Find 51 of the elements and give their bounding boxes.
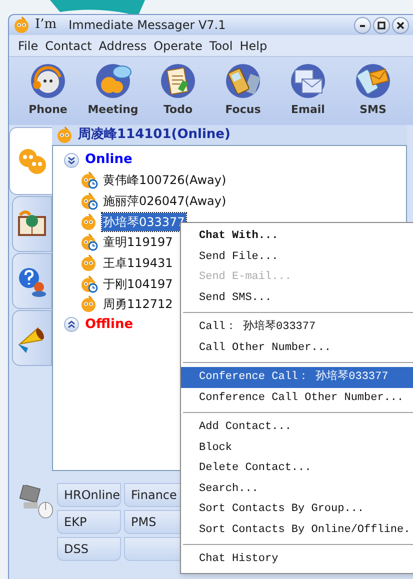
chat-bubble-icon: [93, 61, 133, 101]
menu-bar-item[interactable]: Contact: [45, 36, 92, 54]
app-logo-icon: [13, 16, 31, 34]
contact-name[interactable]: 孙培琴033377: [102, 212, 186, 231]
menu-bar-item[interactable]: Tool: [209, 36, 233, 54]
group-toggle[interactable]: [64, 152, 79, 168]
app-button[interactable]: DSS: [57, 537, 121, 561]
headset-icon: [28, 61, 68, 101]
window-title: Immediate Messager V7.1: [68, 17, 226, 34]
toolbar-button[interactable]: Email: [279, 61, 337, 119]
group-toggle[interactable]: [64, 317, 79, 332]
app-logo: I’m: [35, 16, 57, 34]
side-tab[interactable]: [12, 196, 52, 252]
user-name: 周凌峰114101(Online): [78, 126, 230, 144]
computer-icon: [19, 485, 55, 521]
side-tab[interactable]: [12, 253, 52, 309]
side-tab[interactable]: [12, 310, 52, 366]
contact-name[interactable]: 周勇112712: [102, 295, 174, 314]
maximize-icon: [377, 20, 386, 30]
group-label[interactable]: Offline: [85, 315, 134, 335]
address-book-icon: [16, 209, 48, 239]
close-button[interactable]: [392, 16, 409, 34]
toolbar-button[interactable]: Phone: [19, 61, 77, 119]
toolbar-button[interactable]: Focus: [214, 61, 272, 119]
double-chevron-down-icon: [67, 156, 76, 164]
contact-name[interactable]: 于刚104197: [102, 274, 174, 293]
clipboard-icon: [158, 61, 198, 101]
contact-name[interactable]: 黄伟峰100726(Away): [102, 171, 228, 190]
mobile-phone-icon: [223, 61, 263, 101]
help-person-icon: [16, 265, 48, 297]
mobile-envelope-icon: [353, 61, 393, 101]
menu-bar-item[interactable]: Operate: [154, 36, 202, 54]
menu-bar-item[interactable]: Help: [240, 36, 268, 54]
app-button[interactable]: EKP: [57, 510, 121, 534]
group-label[interactable]: Online: [85, 150, 132, 170]
contact-name[interactable]: 童明119197: [102, 233, 174, 252]
menu-bar-item[interactable]: File: [18, 36, 38, 54]
user-status-icon: [56, 126, 74, 144]
app-button[interactable]: HROnline: [57, 483, 121, 507]
contact-name[interactable]: 王卓119431: [102, 254, 174, 272]
close-icon: [396, 20, 405, 30]
double-chevron-up-icon: [67, 320, 76, 330]
menu-bar-item[interactable]: Address: [98, 36, 147, 54]
contact-name[interactable]: 施丽萍026047(Away): [102, 192, 228, 210]
minimize-button[interactable]: [354, 16, 371, 34]
toolbar-button[interactable]: SMS: [344, 61, 402, 119]
toolbar-button[interactable]: Todo: [149, 61, 207, 119]
toolbar-button[interactable]: Meeting: [84, 61, 142, 119]
maximize-button[interactable]: [373, 16, 390, 34]
envelope-icon: [288, 61, 328, 101]
menu-item[interactable]: Conference Call： 孙培琴033377: [181, 367, 413, 388]
